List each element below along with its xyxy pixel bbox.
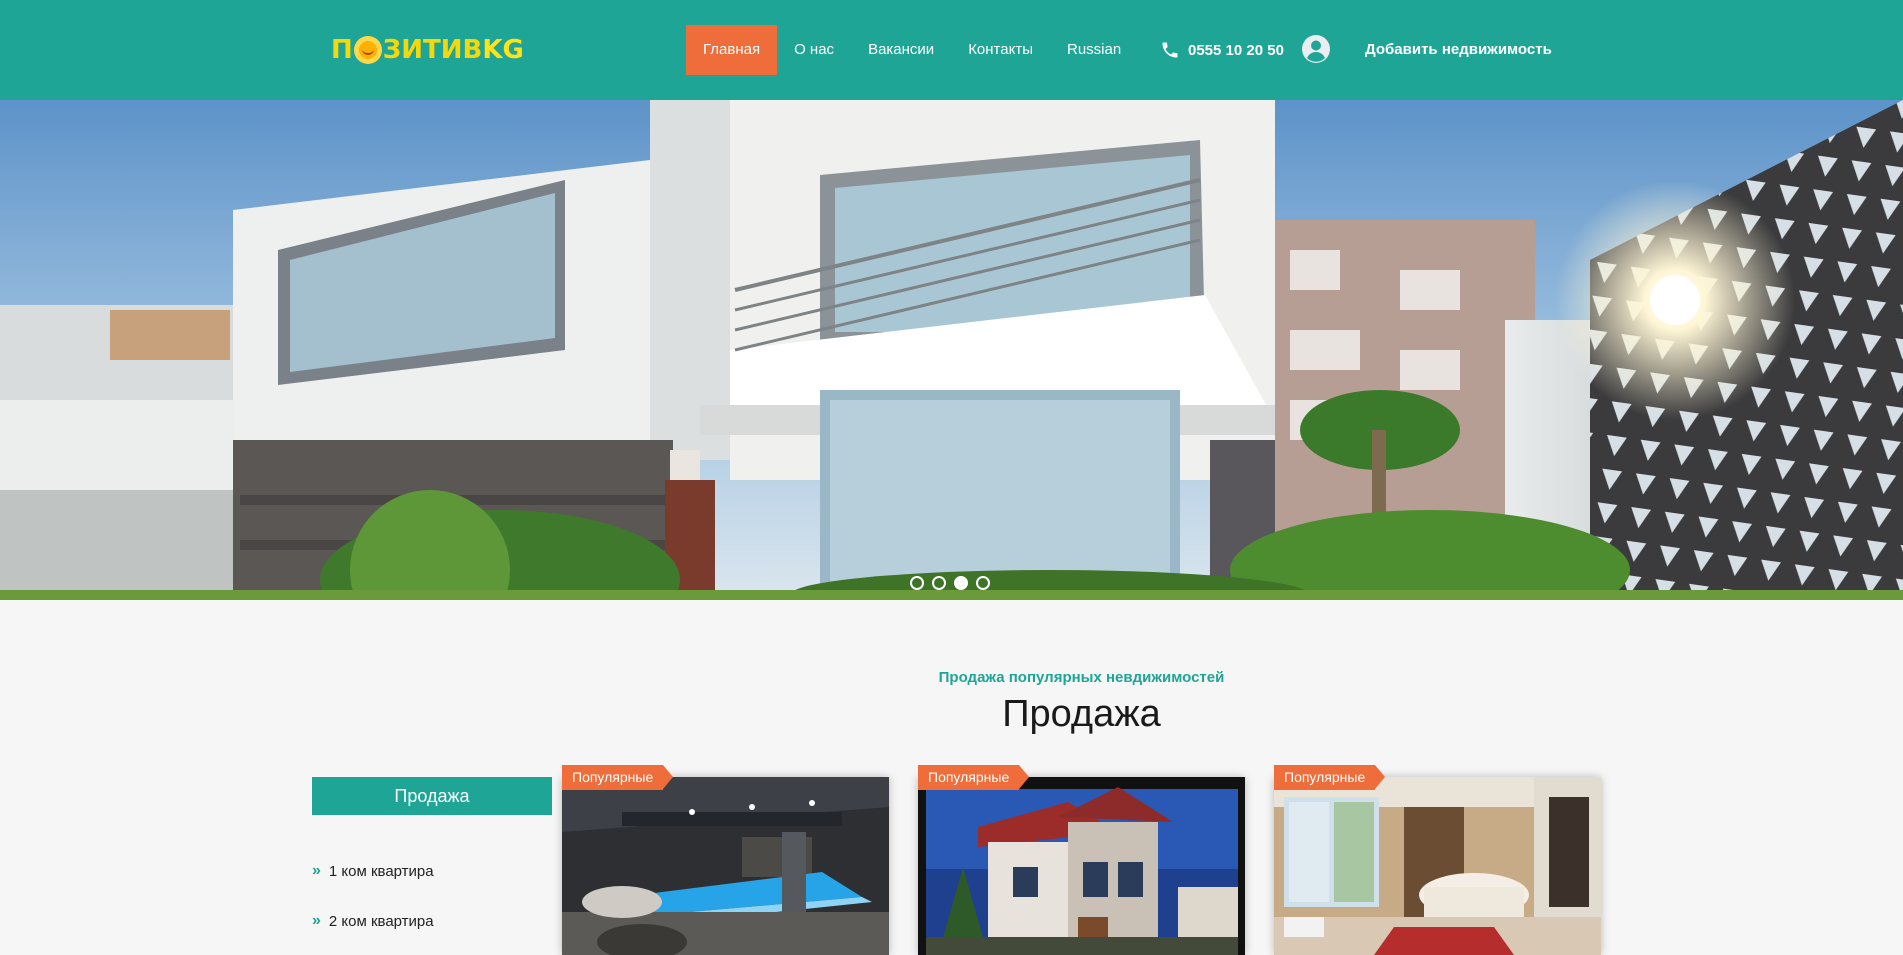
nav-item-contacts[interactable]: Контакты [951, 25, 1050, 75]
property-photo-pool [562, 777, 889, 955]
hero-slider[interactable] [0, 100, 1903, 600]
sidebar-item-2-room[interactable]: » 2 ком квартира [312, 896, 434, 946]
user-account-icon[interactable] [1301, 34, 1331, 64]
popular-badge: Популярные [562, 765, 674, 790]
slider-dot-1[interactable] [910, 576, 924, 590]
chevron-double-right-icon: » [312, 912, 321, 929]
property-card-2[interactable] [918, 777, 1245, 955]
sidebar-item-label: 2 ком квартира [328, 912, 434, 930]
sidebar-item-label: 1 ком квартира [328, 862, 434, 880]
phone-link[interactable]: 0555 10 20 50 [1160, 25, 1284, 75]
popular-badge: Популярные [918, 765, 1030, 790]
main-nav: Главная О нас Вакансии Контакты Russian [686, 25, 1138, 75]
logo-text-b: ЗИТИВ [382, 35, 483, 65]
card-badge-wrap-2: Популярные [918, 765, 1030, 790]
card-badge-wrap-1: Популярные [562, 765, 674, 790]
property-photo-bedroom [1274, 777, 1601, 955]
site-header: П ЗИТИВ KG Главная О нас Вакансии Контак… [0, 0, 1903, 100]
add-property-link[interactable]: Добавить недвижимость [1365, 25, 1552, 75]
property-photo-house [918, 777, 1245, 955]
nav-item-vacancies[interactable]: Вакансии [851, 25, 951, 75]
slider-dot-2[interactable] [932, 576, 946, 590]
hero-image [0, 100, 1903, 600]
chevron-double-right-icon: » [312, 862, 321, 879]
slider-pagination [910, 576, 990, 590]
slider-dot-4[interactable] [976, 576, 990, 590]
slider-dot-3[interactable] [954, 576, 968, 590]
popular-badge: Популярные [1274, 765, 1386, 790]
section-title: Продажа [1002, 693, 1161, 735]
property-card-3[interactable] [1274, 777, 1601, 955]
sidebar-heading: Продажа [312, 777, 552, 815]
logo-text-c: KG [482, 35, 524, 65]
site-logo[interactable]: П ЗИТИВ KG [331, 33, 524, 67]
phone-number: 0555 10 20 50 [1188, 41, 1284, 59]
sidebar-item-1-room[interactable]: » 1 ком квартира [312, 846, 434, 896]
logo-text-a: П [331, 35, 353, 65]
sun-icon [353, 36, 382, 64]
sidebar-category-list: » 1 ком квартира » 2 ком квартира [312, 846, 434, 946]
nav-item-home[interactable]: Главная [686, 25, 778, 75]
phone-icon [1162, 42, 1178, 58]
section-subtitle: Продажа популярных невдижимостей [938, 669, 1225, 686]
property-card-1[interactable] [562, 777, 889, 955]
nav-item-about[interactable]: О нас [777, 25, 851, 75]
card-badge-wrap-3: Популярные [1274, 765, 1386, 790]
language-selector[interactable]: Russian [1050, 25, 1138, 75]
